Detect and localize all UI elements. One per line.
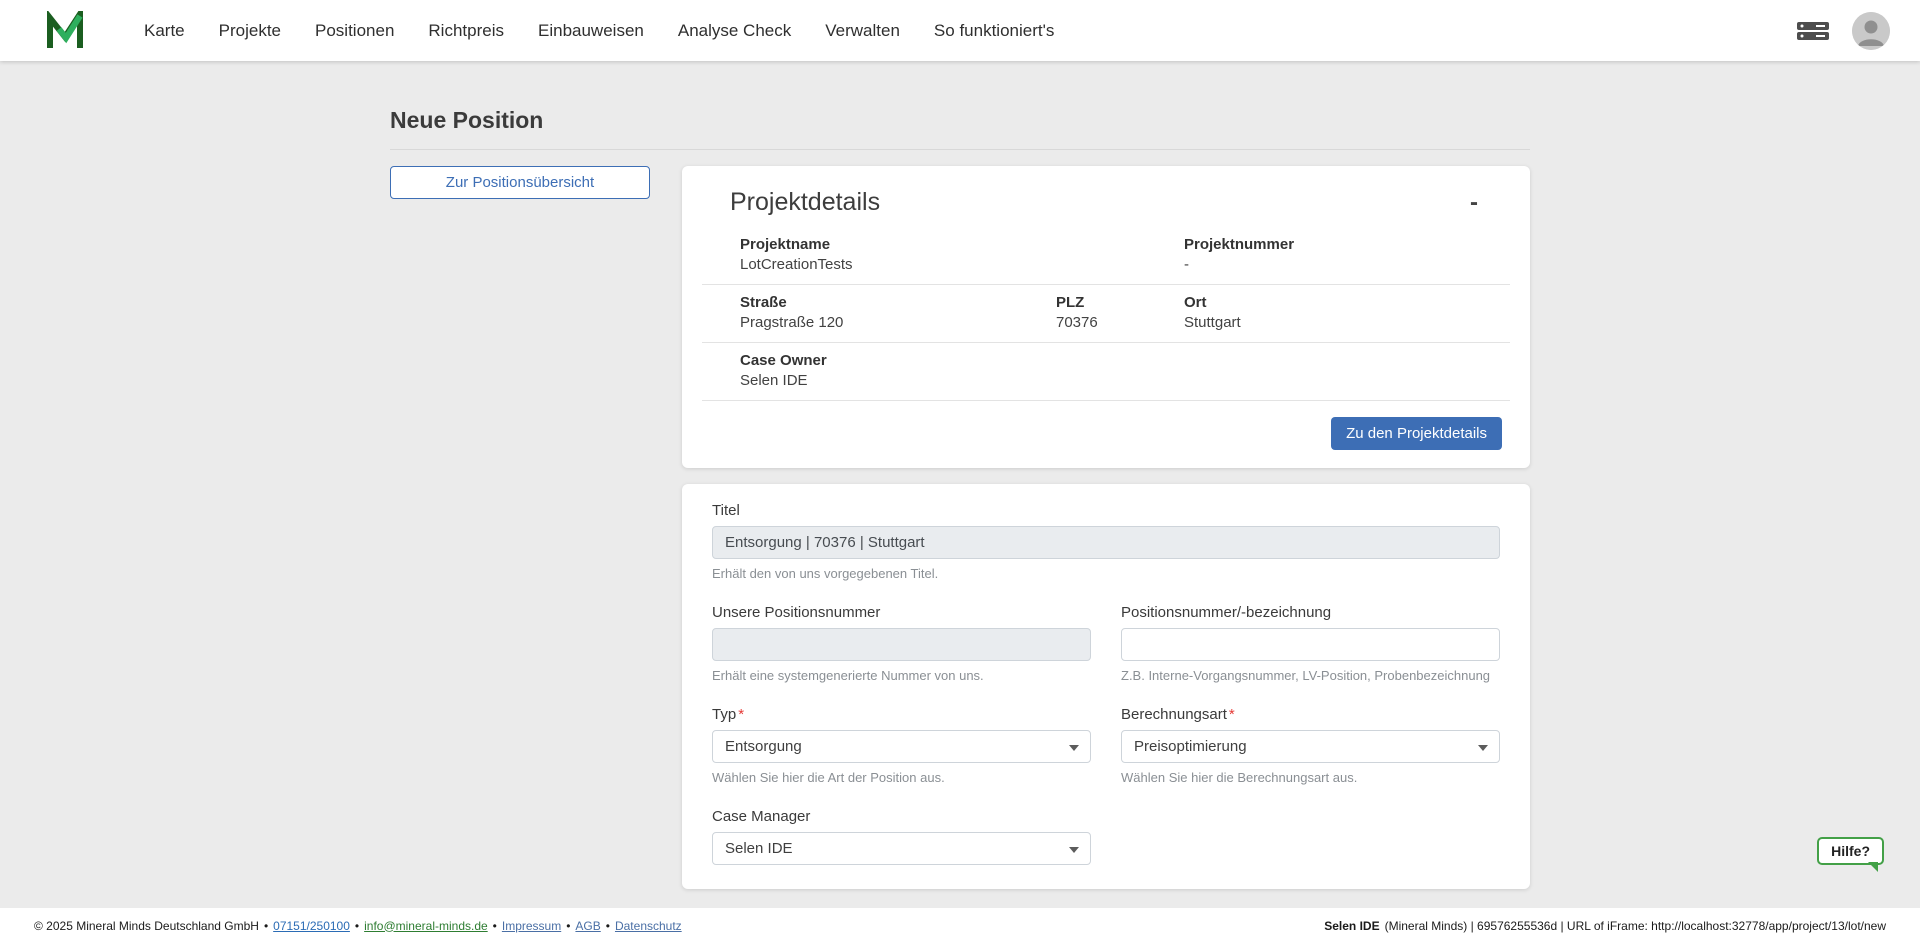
nav-item-verwalten[interactable]: Verwalten bbox=[808, 21, 917, 41]
datenschutz-link[interactable]: Datenschutz bbox=[615, 919, 682, 933]
project-details-title: Projektdetails bbox=[730, 188, 880, 217]
impressum-link[interactable]: Impressum bbox=[502, 919, 561, 933]
case-manager-select[interactable]: Selen IDE bbox=[712, 832, 1091, 865]
case-manager-select-value: Selen IDE bbox=[725, 840, 793, 857]
projektnummer-label: Projektnummer bbox=[1184, 236, 1510, 253]
server-icon[interactable] bbox=[1796, 18, 1832, 44]
unsere-positionsnummer-label: Unsere Positionsnummer bbox=[712, 604, 1091, 621]
required-asterisk: * bbox=[738, 706, 744, 723]
unsere-positionsnummer-helper: Erhält eine systemgenerierte Nummer von … bbox=[712, 668, 1091, 683]
phone-link[interactable]: 07151/250100 bbox=[273, 919, 350, 933]
nav-item-karte[interactable]: Karte bbox=[127, 21, 202, 41]
footer-separator: • bbox=[606, 919, 610, 933]
ort-value: Stuttgart bbox=[1184, 314, 1510, 331]
collapse-card-button[interactable]: - bbox=[1464, 191, 1484, 215]
required-asterisk: * bbox=[1229, 706, 1235, 723]
nav-item-einbauweisen[interactable]: Einbauweisen bbox=[521, 21, 661, 41]
case-owner-label: Case Owner bbox=[740, 352, 1510, 369]
titel-input bbox=[712, 526, 1500, 559]
positionsnummer-label: Positionsnummer/-bezeichnung bbox=[1121, 604, 1500, 621]
help-button[interactable]: Hilfe? bbox=[1817, 837, 1884, 865]
main-content: Neue Position Zur Positionsübersicht Pro… bbox=[390, 61, 1530, 889]
back-to-position-overview-button[interactable]: Zur Positionsübersicht bbox=[390, 166, 650, 199]
footer-separator: • bbox=[264, 919, 268, 933]
table-row: Projektname LotCreationTests Projektnumm… bbox=[702, 227, 1510, 285]
agb-link[interactable]: AGB bbox=[575, 919, 600, 933]
footer-left: © 2025 Mineral Minds Deutschland GmbH • … bbox=[34, 919, 682, 933]
berechnungsart-helper: Wählen Sie hier die Berechnungsart aus. bbox=[1121, 770, 1500, 785]
footer: © 2025 Mineral Minds Deutschland GmbH • … bbox=[0, 908, 1920, 943]
footer-user-name: Selen IDE bbox=[1324, 919, 1379, 933]
positionsnummer-input[interactable] bbox=[1121, 628, 1500, 661]
project-details-table: Projektname LotCreationTests Projektnumm… bbox=[702, 227, 1510, 401]
positionsnummer-helper: Z.B. Interne-Vorgangsnummer, LV-Position… bbox=[1121, 668, 1500, 683]
projektnummer-value: - bbox=[1184, 256, 1510, 273]
typ-label: Typ* bbox=[712, 706, 1091, 723]
user-avatar[interactable] bbox=[1852, 12, 1890, 50]
nav-items: Karte Projekte Positionen Richtpreis Ein… bbox=[127, 21, 1071, 41]
case-manager-label: Case Manager bbox=[712, 808, 1091, 825]
chevron-down-icon bbox=[1069, 745, 1079, 751]
heading-divider bbox=[390, 149, 1530, 150]
titel-helper: Erhält den von uns vorgegebenen Titel. bbox=[712, 566, 1500, 581]
new-position-form-card: Titel Erhält den von uns vorgegebenen Ti… bbox=[682, 484, 1530, 889]
nav-item-positionen[interactable]: Positionen bbox=[298, 21, 411, 41]
berechnungsart-select-value: Preisoptimierung bbox=[1134, 738, 1247, 755]
copyright-text: © 2025 Mineral Minds Deutschland GmbH bbox=[34, 919, 259, 933]
strasse-label: Straße bbox=[740, 294, 1056, 311]
nav-right-controls bbox=[1796, 12, 1890, 50]
projektname-value: LotCreationTests bbox=[740, 256, 1184, 273]
footer-right: Selen IDE (Mineral Minds) | 69576255536d… bbox=[1324, 919, 1886, 933]
typ-select-value: Entsorgung bbox=[725, 738, 802, 755]
page-title: Neue Position bbox=[390, 107, 1530, 134]
footer-separator: • bbox=[566, 919, 570, 933]
project-details-card: Projektdetails - Projektname LotCreation… bbox=[682, 166, 1530, 468]
strasse-value: Pragstraße 120 bbox=[740, 314, 1056, 331]
mineral-minds-logo[interactable] bbox=[45, 11, 85, 51]
plz-value: 70376 bbox=[1056, 314, 1184, 331]
typ-select[interactable]: Entsorgung bbox=[712, 730, 1091, 763]
berechnungsart-label: Berechnungsart* bbox=[1121, 706, 1500, 723]
titel-label: Titel bbox=[712, 502, 1500, 519]
email-link[interactable]: info@mineral-minds.de bbox=[364, 919, 488, 933]
table-row: Case Owner Selen IDE bbox=[702, 343, 1510, 401]
nav-item-so-funktionierts[interactable]: So funktioniert's bbox=[917, 21, 1071, 41]
footer-session-info: (Mineral Minds) | 69576255536d | URL of … bbox=[1385, 919, 1886, 933]
nav-item-richtpreis[interactable]: Richtpreis bbox=[411, 21, 521, 41]
top-navigation-bar: Karte Projekte Positionen Richtpreis Ein… bbox=[0, 0, 1920, 61]
projektname-label: Projektname bbox=[740, 236, 1184, 253]
berechnungsart-select[interactable]: Preisoptimierung bbox=[1121, 730, 1500, 763]
nav-item-analyse-check[interactable]: Analyse Check bbox=[661, 21, 808, 41]
chevron-down-icon bbox=[1478, 745, 1488, 751]
footer-separator: • bbox=[493, 919, 497, 933]
unsere-positionsnummer-input bbox=[712, 628, 1091, 661]
table-row: Straße Pragstraße 120 PLZ 70376 Ort Stut… bbox=[702, 285, 1510, 343]
footer-separator: • bbox=[355, 919, 359, 933]
go-to-project-details-button[interactable]: Zu den Projektdetails bbox=[1331, 417, 1502, 450]
typ-helper: Wählen Sie hier die Art der Position aus… bbox=[712, 770, 1091, 785]
chevron-down-icon bbox=[1069, 847, 1079, 853]
ort-label: Ort bbox=[1184, 294, 1510, 311]
nav-item-projekte[interactable]: Projekte bbox=[202, 21, 298, 41]
plz-label: PLZ bbox=[1056, 294, 1184, 311]
case-owner-value: Selen IDE bbox=[740, 372, 1510, 389]
